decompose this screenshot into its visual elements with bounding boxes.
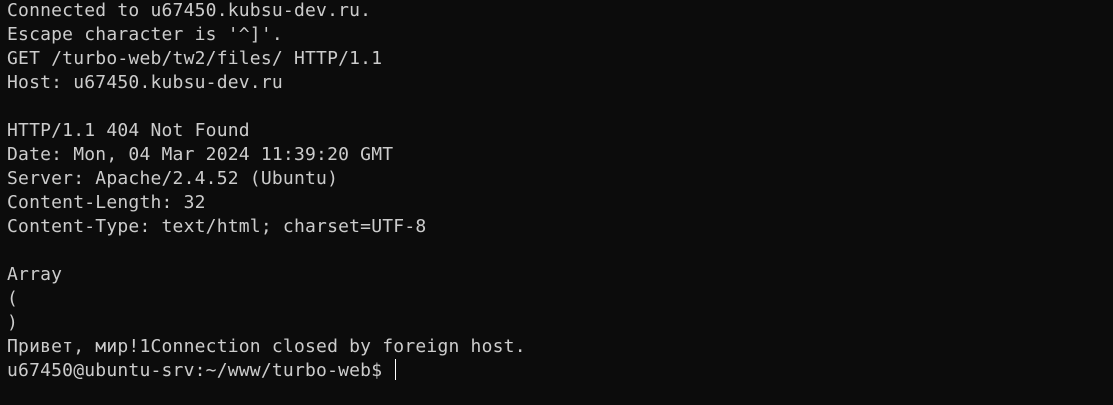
terminal-line: Content-Length: 32 bbox=[7, 192, 206, 213]
terminal-line: Array bbox=[7, 264, 63, 285]
terminal-window[interactable]: Connected to u67450.kubsu-dev.ru. Escape… bbox=[0, 0, 1113, 405]
command-prompt-line[interactable]: u67450@ubuntu-srv:~/www/turbo-web$ bbox=[7, 359, 526, 383]
terminal-line: Host: u67450.kubsu-dev.ru bbox=[7, 72, 283, 93]
terminal-line: Escape character is '^]'. bbox=[7, 24, 283, 45]
shell-prompt: u67450@ubuntu-srv:~/www/turbo-web$ bbox=[7, 360, 394, 381]
terminal-line: Привет, мир!1Connection closed by foreig… bbox=[7, 336, 526, 357]
terminal-line: ) bbox=[7, 312, 19, 333]
terminal-line: HTTP/1.1 404 Not Found bbox=[7, 120, 250, 141]
terminal-line: Date: Mon, 04 Mar 2024 11:39:20 GMT bbox=[7, 144, 394, 165]
text-cursor bbox=[395, 359, 397, 380]
terminal-line: Content-Type: text/html; charset=UTF-8 bbox=[7, 216, 427, 237]
terminal-line: ( bbox=[7, 288, 19, 309]
terminal-line: Server: Apache/2.4.52 (Ubuntu) bbox=[7, 168, 339, 189]
terminal-line: Connected to u67450.kubsu-dev.ru. bbox=[7, 0, 372, 21]
terminal-output: Connected to u67450.kubsu-dev.ru. Escape… bbox=[7, 0, 526, 383]
terminal-line: GET /turbo-web/tw2/files/ HTTP/1.1 bbox=[7, 48, 383, 69]
